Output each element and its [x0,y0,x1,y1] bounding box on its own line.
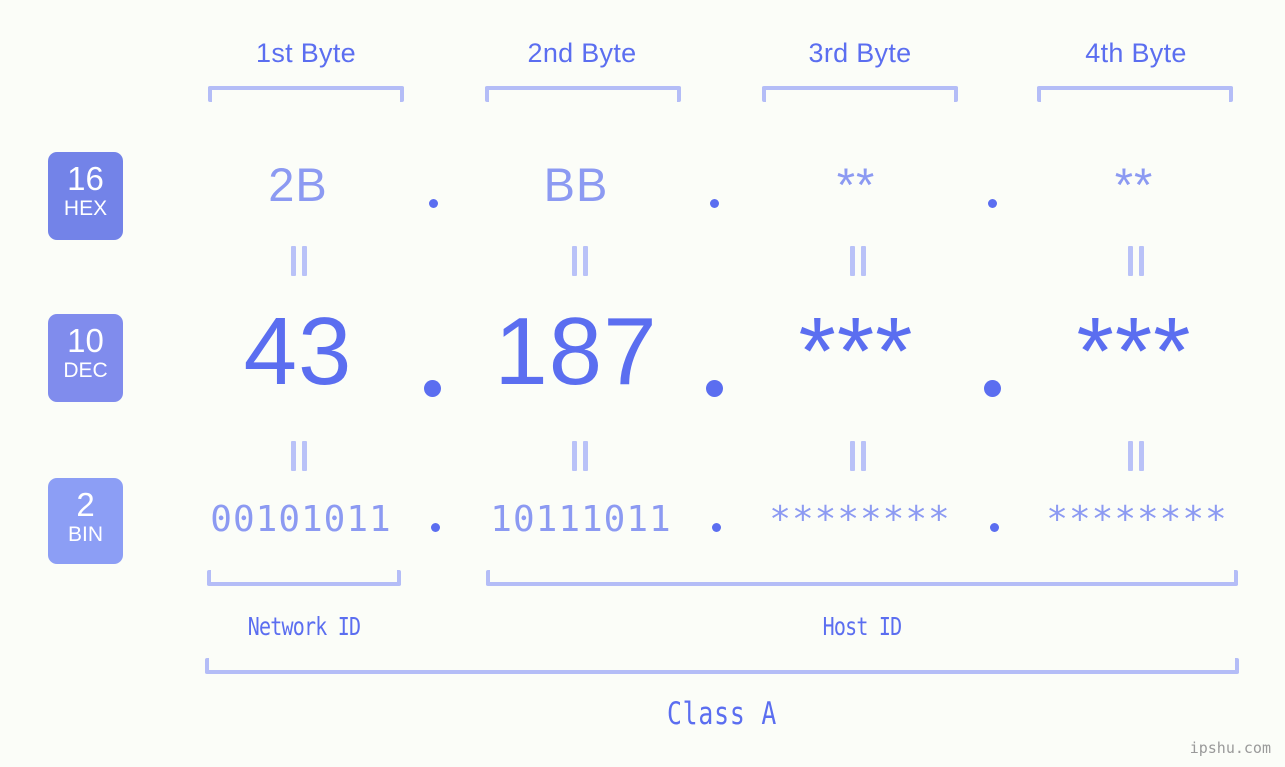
ip-address-breakdown-diagram: 1st Byte 2nd Byte 3rd Byte 4th Byte 16 H… [0,0,1285,767]
bin-byte-2: 10111011 [490,499,672,540]
bin-separator-dot-2 [712,523,721,532]
radix-badge-bin: 2 BIN [48,478,123,564]
bin-byte-1: 00101011 [210,499,392,540]
radix-badge-bin-number: 2 [76,486,95,523]
host-id-label: Host ID [822,612,902,641]
equals-symbol-dec-bin-1 [290,441,308,471]
hex-separator-dot-2 [710,199,719,208]
dec-separator-dot-1 [424,380,441,397]
equals-symbol-dec-bin-2 [571,441,589,471]
byte-header-1: 1st Byte [256,38,356,68]
equals-symbol-hex-dec-2 [571,246,589,276]
radix-badge-dec-number: 10 [67,322,104,359]
dec-byte-2: 187 [494,298,658,405]
byte-header-4: 4th Byte [1085,38,1187,68]
dec-separator-dot-2 [706,380,723,397]
host-id-bracket [486,570,1238,586]
byte-header-2: 2nd Byte [527,38,637,68]
radix-badge-dec-name: DEC [63,359,108,382]
bin-byte-4: ******** [1046,499,1228,540]
hex-byte-2: BB [543,158,609,211]
radix-badge-hex: 16 HEX [48,152,123,240]
equals-symbol-hex-dec-1 [290,246,308,276]
network-id-label: Network ID [247,612,361,641]
radix-badge-hex-number: 16 [67,160,104,197]
equals-symbol-dec-bin-3 [849,441,867,471]
byte-bracket-1 [208,86,404,102]
network-id-bracket [207,570,401,586]
byte-bracket-2 [485,86,681,102]
radix-badge-bin-name: BIN [67,523,103,546]
class-label: Class A [666,696,778,732]
watermark: ipshu.com [1189,739,1271,757]
hex-byte-3: ** [836,158,876,211]
bin-byte-3: ******** [769,499,951,540]
dec-separator-dot-3 [984,380,1001,397]
radix-badge-hex-name: HEX [63,197,108,220]
byte-header-3: 3rd Byte [808,38,912,68]
equals-symbol-hex-dec-4 [1127,246,1145,276]
hex-separator-dot-1 [429,199,438,208]
byte-bracket-3 [762,86,958,102]
dec-byte-1: 43 [243,298,353,405]
bin-separator-dot-1 [431,523,440,532]
equals-symbol-dec-bin-4 [1127,441,1145,471]
dec-byte-4: *** [1076,298,1192,405]
hex-separator-dot-3 [988,199,997,208]
radix-badge-dec: 10 DEC [48,314,123,402]
bin-separator-dot-3 [990,523,999,532]
class-bracket [205,658,1239,674]
dec-byte-3: *** [798,298,914,405]
equals-symbol-hex-dec-3 [849,246,867,276]
hex-byte-4: ** [1114,158,1154,211]
hex-byte-1: 2B [268,158,328,211]
byte-bracket-4 [1037,86,1233,102]
